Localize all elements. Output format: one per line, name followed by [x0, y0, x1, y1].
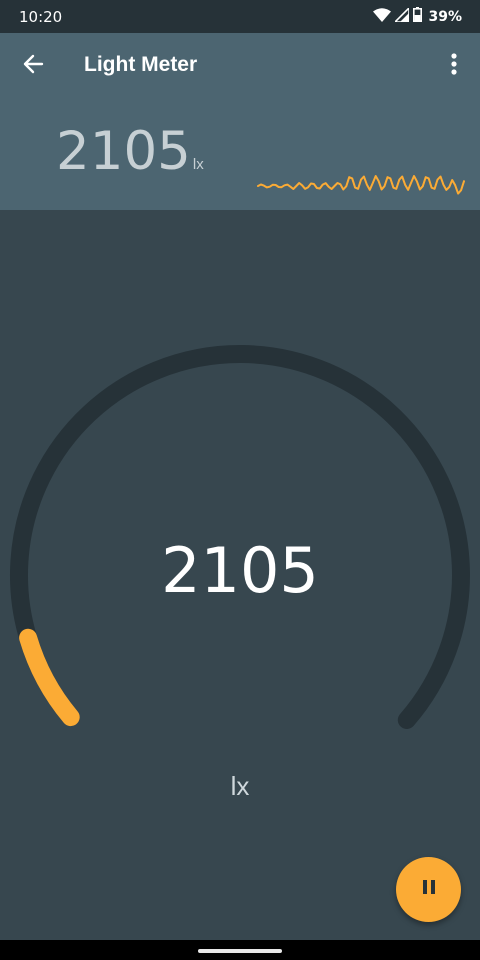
pause-button[interactable] — [396, 857, 461, 922]
page-title: Light Meter — [84, 53, 198, 76]
more-options-button[interactable] — [442, 47, 466, 85]
back-button[interactable] — [14, 47, 52, 85]
status-time: 10:20 — [19, 8, 63, 26]
header-reading: 2105 lx — [56, 125, 204, 178]
home-gesture-handle[interactable] — [198, 949, 282, 953]
app-bar: Light Meter 2105 lx — [0, 33, 480, 210]
gauge-fill — [19, 628, 80, 727]
battery-percentage: 39% — [428, 9, 462, 25]
signal-icon — [393, 5, 411, 27]
gauge-lux-unit: lx — [230, 771, 250, 801]
header-lux-unit: lx — [192, 156, 204, 173]
status-icons: 39% — [373, 5, 462, 27]
status-bar: 10:20 39% — [0, 0, 480, 33]
arrow-back-icon — [22, 53, 44, 80]
wifi-icon — [373, 7, 392, 27]
navigation-bar — [0, 940, 480, 960]
light-history-sparkline — [257, 175, 465, 195]
header-lux-value: 2105 — [56, 121, 191, 182]
battery-icon — [413, 7, 423, 27]
gauge-lux-value: 2105 — [161, 534, 319, 607]
more-vert-icon — [451, 52, 457, 80]
pause-icon — [421, 879, 437, 900]
